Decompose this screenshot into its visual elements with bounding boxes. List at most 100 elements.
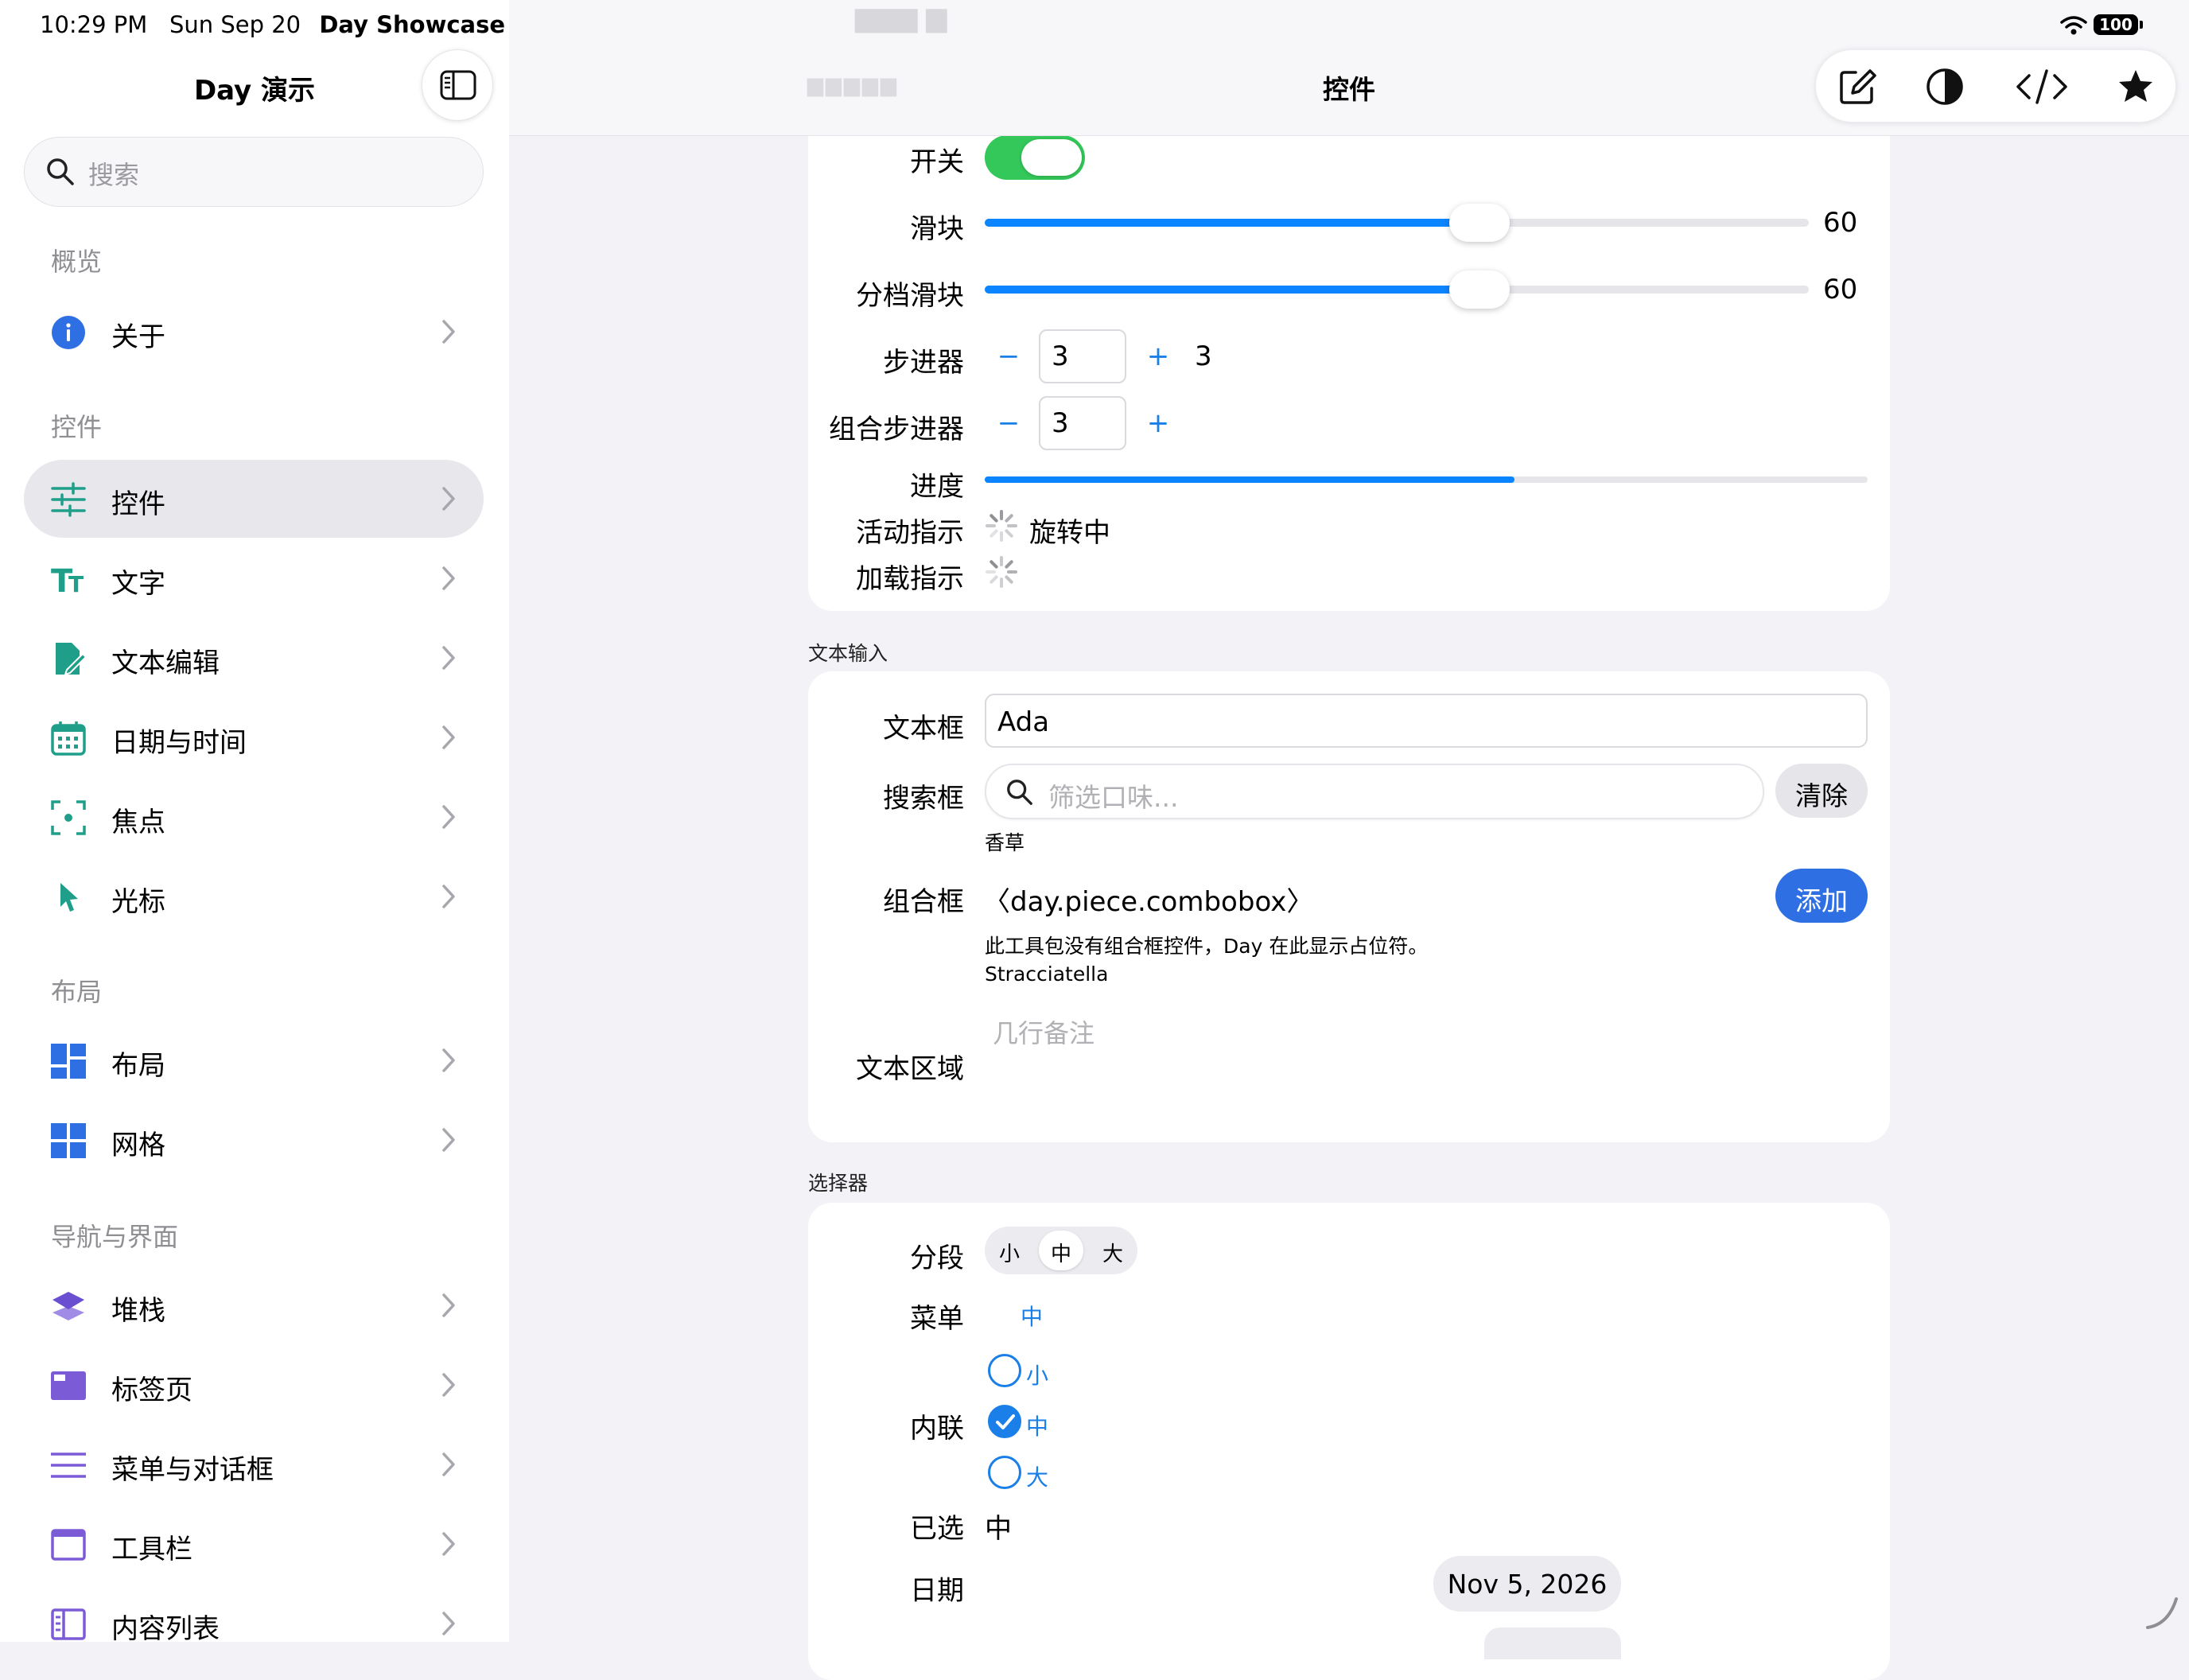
combo-stepper-increment-button[interactable]: + [1142,407,1174,439]
chevron-right-icon [442,487,455,511]
scrolled-content-ghost: ▆▆▆ ▆ [855,2,947,33]
segmented-control[interactable]: 小 中 大 [985,1227,1137,1274]
stepper-label: 步进器 [883,347,964,379]
spinner-icon [986,556,1017,588]
section-header-controls: 控件 [51,412,103,442]
sidebar-item-stack[interactable]: 堆栈 [24,1266,484,1344]
sidebar-search-field[interactable]: 搜索 [24,137,484,207]
sidebar-item-menus-dialogs[interactable]: 菜单与对话框 [24,1425,484,1503]
sliders-icon [51,482,86,517]
chevron-right-icon [442,1452,455,1476]
search-placeholder: 搜索 [88,160,140,190]
segment-option[interactable]: 小 [999,1238,1020,1267]
sidebar-item-focus[interactable]: 焦点 [24,778,484,856]
step-slider-track[interactable] [985,270,1809,309]
inline-option-selected[interactable]: 中 [986,1405,1082,1440]
slider-value: 60 [1823,207,1858,239]
text-field-value: Ada [997,706,1050,738]
section-header-text-input: 文本输入 [808,642,888,665]
textarea-label: 文本区域 [856,1053,964,1085]
segment-option[interactable]: 中 [1051,1238,1071,1267]
sidebar-item-label: 光标 [111,886,165,918]
text-field[interactable]: Ada [985,694,1868,748]
pointer-icon [60,883,78,912]
search-result: 香草 [985,831,1025,854]
toolbar-window-icon [51,1529,86,1561]
stepper-field[interactable]: 3 [1039,329,1126,383]
chevron-right-icon [442,885,455,908]
inline-option[interactable]: 大 [986,1456,1082,1491]
compose-icon[interactable] [1837,66,1878,107]
slider-label: 滑块 [910,213,964,245]
sidebar-item-content-list[interactable]: 内容列表 [24,1585,484,1662]
sidebar-item-controls[interactable]: 控件 [24,460,484,538]
sidebar-item-about[interactable]: 关于 [24,293,484,371]
combo-stepper-label: 组合步进器 [829,414,964,445]
inline-option-label: 小 [1026,1363,1049,1389]
radio-circle-icon [988,1456,1021,1489]
searchfield-label: 搜索框 [883,783,964,815]
spinner-icon [986,510,1017,542]
chevron-right-icon [442,1293,455,1317]
chevron-right-icon [442,805,455,829]
sidebar-item-label: 日期与时间 [111,727,247,759]
sidebar-item-toolbar[interactable]: 工具栏 [24,1505,484,1583]
step-slider-value: 60 [1823,274,1858,305]
combo-stepper-decrement-button[interactable]: − [993,407,1025,439]
sidebar-toggle-button[interactable] [422,49,493,121]
sidebar-item-cursor[interactable]: 光标 [24,858,484,935]
inline-option[interactable]: 小 [986,1354,1082,1389]
svg-text:T: T [68,571,84,597]
clear-button[interactable]: 清除 [1775,764,1868,818]
battery-icon: 100 [2094,14,2138,35]
sidebar-item-tabs[interactable]: 标签页 [24,1346,484,1424]
contrast-icon[interactable] [1924,66,1965,107]
search-field[interactable]: 筛选口味... [985,764,1764,819]
chevron-right-icon [442,1532,455,1556]
wifi-icon [2060,16,2087,35]
combobox-placeholder[interactable]: 〈day.piece.combobox〉 [983,880,1313,919]
status-date: Sun Sep 20 [169,11,301,38]
activity-text: 旋转中 [1029,517,1110,549]
sidebar-item-label: 网格 [111,1130,165,1161]
add-button[interactable]: 添加 [1775,869,1868,923]
text-area-placeholder: 几行备注 [993,1018,1095,1048]
stepper-decrement-button[interactable]: − [993,340,1025,372]
text-area[interactable]: 几行备注 [985,1007,1868,1110]
doc-edit-icon [56,643,86,676]
sidebar-item-grid[interactable]: 网格 [24,1101,484,1179]
activity-label: 活动指示 [856,517,964,549]
stepper-value: 3 [1195,340,1212,372]
stack-icon [52,1292,84,1320]
combobox-note: 此工具包没有组合框控件，Day 在此显示占位符。 [985,935,1429,958]
time-picker-button[interactable] [1484,1628,1621,1659]
info-icon [52,316,85,349]
toggle-label: 开关 [910,146,964,178]
sidebar-item-text-editing[interactable]: 文本编辑 [24,619,484,697]
text-size-icon: TT [51,563,84,597]
code-icon[interactable] [2015,66,2069,107]
slider-track[interactable] [985,204,1809,242]
date-picker-button[interactable]: Nov 5, 2026 [1433,1556,1621,1612]
sidebar-item-date-time[interactable]: 日期与时间 [24,698,484,776]
resize-handle-icon[interactable] [2144,1596,2179,1631]
sidebar-item-label: 文字 [111,568,165,600]
stepper-increment-button[interactable]: + [1142,340,1174,372]
chevron-right-icon [442,725,455,749]
toolbar [1815,49,2176,122]
sidebar-item-layout[interactable]: 布局 [24,1021,484,1099]
sidebar-item-text[interactable]: TT 文字 [24,539,484,617]
segment-option[interactable]: 大 [1102,1238,1123,1267]
slider-thumb[interactable] [1449,204,1510,242]
chevron-right-icon [442,566,455,590]
chosen-label: 已选 [910,1513,964,1545]
menu-picker-button[interactable]: 中 [1021,1300,1043,1332]
toggle-switch[interactable] [985,135,1085,180]
chevron-right-icon [442,1128,455,1152]
step-slider-thumb[interactable] [1449,270,1510,309]
pickers-card [808,1203,1890,1680]
combo-stepper-field[interactable]: 3 [1039,396,1126,450]
section-header-layout: 布局 [51,977,103,1007]
star-icon[interactable] [2115,66,2156,107]
sidebar-icon [440,70,476,100]
